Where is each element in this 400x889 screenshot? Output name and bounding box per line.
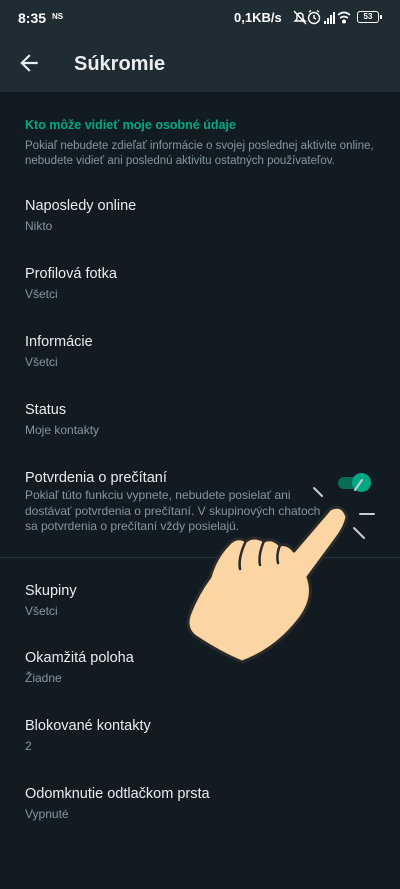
wifi-icon bbox=[337, 11, 351, 24]
arrow-back-icon[interactable] bbox=[16, 50, 42, 76]
privacy-item-fingerprint-lock[interactable]: Odomknutie odtlačkom prsta Vypnuté bbox=[0, 786, 400, 846]
network-speed-indicator: NS bbox=[52, 12, 64, 21]
item-label: Odomknutie odtlačkom prsta bbox=[25, 786, 210, 802]
item-value: Moje kontakty bbox=[25, 423, 100, 437]
item-value: Nikto bbox=[25, 219, 53, 233]
item-label: Naposledy online bbox=[25, 198, 137, 214]
item-label: Profilová fotka bbox=[25, 266, 117, 282]
item-value: Všetci bbox=[25, 287, 58, 301]
signal-icon bbox=[324, 12, 335, 24]
privacy-item-blocked-contacts[interactable]: Blokované kontakty 2 bbox=[0, 718, 400, 778]
page-title: Súkromie bbox=[74, 53, 166, 75]
network-speed: 0,1KB/s bbox=[234, 10, 282, 25]
item-label: Potvrdenia o prečítaní bbox=[25, 470, 167, 486]
status-icons bbox=[293, 9, 351, 25]
item-label: Okamžitá poloha bbox=[25, 650, 134, 666]
section-description: Pokiaľ nebudete zdieľať informácie o svo… bbox=[25, 140, 374, 167]
status-time: 8:35 bbox=[18, 10, 47, 26]
mute-icon bbox=[293, 10, 307, 25]
privacy-item-profile-photo[interactable]: Profilová fotka Všetci bbox=[0, 266, 400, 326]
app-bar: Súkromie bbox=[0, 36, 400, 92]
item-value: 2 bbox=[25, 739, 32, 753]
privacy-item-status[interactable]: Status Moje kontakty bbox=[0, 402, 400, 462]
item-label: Status bbox=[25, 402, 67, 418]
item-value: Všetci bbox=[25, 355, 58, 369]
privacy-item-about[interactable]: Informácie Všetci bbox=[0, 334, 400, 394]
item-value: Všetci bbox=[25, 604, 58, 618]
privacy-item-last-seen[interactable]: Naposledy online Nikto bbox=[0, 198, 400, 258]
item-value: Vypnuté bbox=[25, 807, 69, 821]
item-label: Skupiny bbox=[25, 583, 77, 599]
battery-icon: 53 bbox=[357, 11, 382, 23]
status-bar: 8:35 NS 0,1KB/s 53 bbox=[0, 0, 400, 36]
alarm-icon bbox=[307, 9, 321, 25]
section-header: Kto môže vidieť moje osobné údaje bbox=[25, 118, 236, 132]
pointing-hand-icon bbox=[186, 505, 349, 664]
item-label: Informácie bbox=[25, 334, 93, 350]
item-label: Blokované kontakty bbox=[25, 718, 151, 734]
item-value: Žiadne bbox=[25, 671, 62, 685]
